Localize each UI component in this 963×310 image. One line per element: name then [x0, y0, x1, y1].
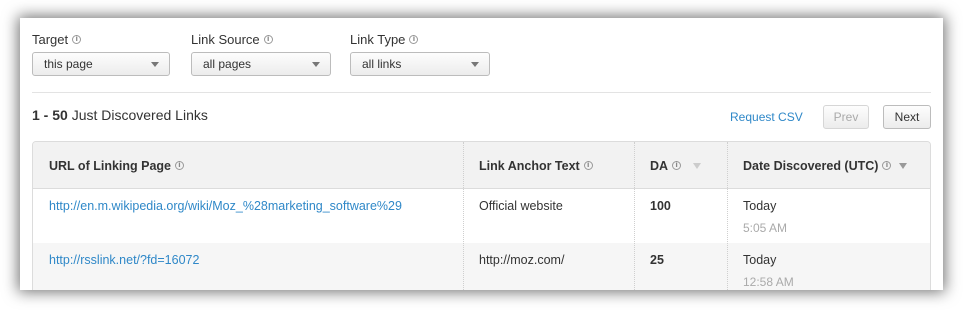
info-icon[interactable]: i — [72, 34, 82, 44]
links-table: URL of Linking Page i Link Anchor Text i… — [32, 141, 931, 290]
table-row: http://en.m.wikipedia.org/wiki/Moz_%28ma… — [33, 190, 930, 243]
info-icon[interactable]: i — [175, 161, 184, 170]
results-range: 1 - 50 — [32, 107, 68, 123]
filter-link-type-label: Link Type — [350, 31, 406, 47]
sort-desc-icon[interactable] — [693, 162, 702, 169]
filter-link-source-label: Link Source — [191, 31, 260, 47]
column-divider — [727, 142, 728, 290]
row-url-link[interactable]: http://rsslink.net/?fd=16072 — [33, 253, 199, 267]
results-title-text: Just Discovered Links — [71, 107, 208, 123]
table-row: http://rsslink.net/?fd=16072 http://moz.… — [33, 243, 930, 290]
column-divider — [634, 142, 635, 290]
info-icon[interactable]: i — [263, 34, 273, 44]
prev-button[interactable]: Prev — [823, 105, 869, 129]
column-header-date[interactable]: Date Discovered (UTC) i — [727, 142, 930, 189]
filter-bar: Target i this page Link Source i all pag… — [32, 31, 932, 91]
column-header-anchor[interactable]: Link Anchor Text i — [463, 142, 634, 189]
filter-target: Target i — [32, 31, 82, 47]
next-button[interactable]: Next — [883, 105, 931, 129]
info-icon[interactable]: i — [409, 34, 419, 44]
row-date: Today 12:58 AM — [743, 253, 794, 289]
info-icon[interactable]: i — [882, 161, 892, 170]
row-anchor-text: http://moz.com/ — [479, 253, 565, 267]
filter-target-label: Target — [32, 31, 69, 47]
results-title: 1 - 50 Just Discovered Links — [32, 107, 208, 123]
row-date: Today 5:05 AM — [743, 199, 788, 235]
link-source-select-value: all pages — [203, 57, 252, 71]
row-da-value: 100 — [650, 199, 671, 213]
row-anchor-text: Official website — [479, 199, 563, 213]
column-divider — [463, 142, 464, 290]
row-url-link[interactable]: http://en.m.wikipedia.org/wiki/Moz_%28ma… — [33, 199, 402, 213]
link-report-panel: Target i this page Link Source i all pag… — [20, 18, 943, 290]
info-icon[interactable]: i — [583, 161, 593, 170]
info-icon[interactable]: i — [672, 161, 682, 170]
chevron-down-icon — [151, 62, 159, 67]
sort-desc-icon[interactable] — [899, 162, 908, 169]
target-select-value: this page — [44, 57, 93, 71]
chevron-down-icon — [312, 62, 320, 67]
link-type-select[interactable]: all links — [350, 52, 490, 76]
link-type-select-value: all links — [362, 57, 402, 71]
filter-link-type: Link Type i — [350, 31, 419, 47]
link-source-select[interactable]: all pages — [191, 52, 331, 76]
row-da-value: 25 — [650, 253, 664, 267]
column-header-da[interactable]: DA i — [634, 142, 727, 189]
chevron-down-icon — [471, 62, 479, 67]
table-header: URL of Linking Page i Link Anchor Text i… — [33, 142, 930, 189]
row-time: 5:05 AM — [743, 221, 788, 235]
row-time: 12:58 AM — [743, 275, 794, 289]
column-header-url[interactable]: URL of Linking Page i — [33, 142, 463, 189]
request-csv-link[interactable]: Request CSV — [730, 110, 803, 124]
filter-link-source: Link Source i — [191, 31, 273, 47]
target-select[interactable]: this page — [32, 52, 170, 76]
divider — [32, 92, 931, 93]
